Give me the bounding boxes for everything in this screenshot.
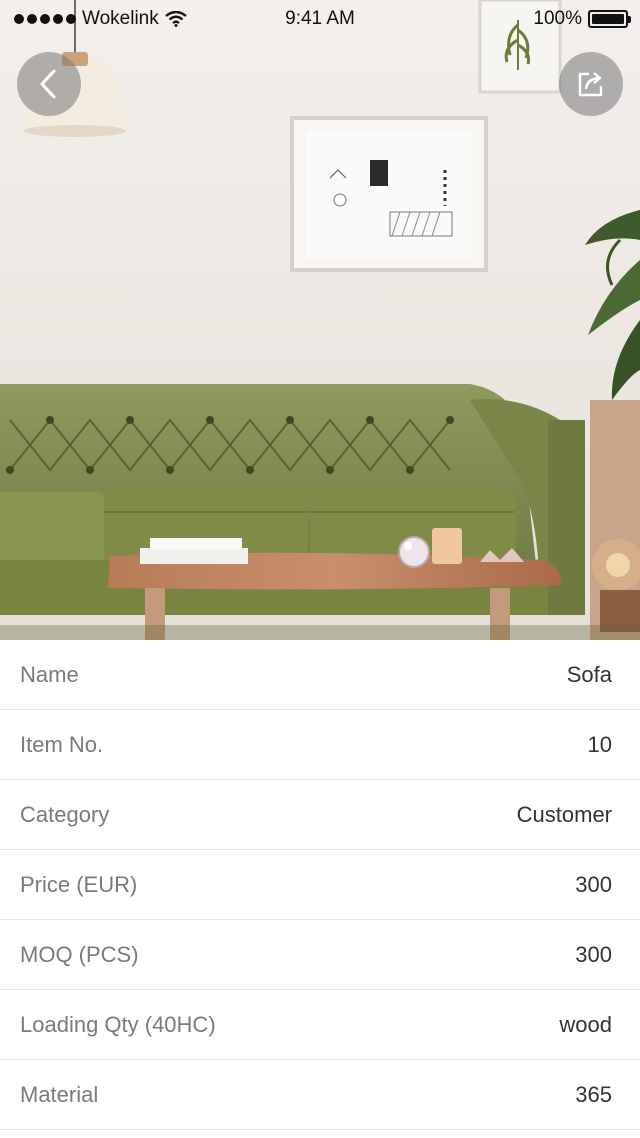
share-button[interactable] bbox=[559, 52, 623, 116]
detail-value: 365 bbox=[575, 1081, 612, 1107]
battery-icon bbox=[588, 10, 631, 28]
product-image bbox=[0, 0, 640, 640]
detail-value: 10 bbox=[587, 731, 612, 757]
wifi-icon bbox=[164, 11, 187, 27]
signal-strength-icon bbox=[14, 14, 76, 24]
detail-value: 300 bbox=[575, 941, 612, 967]
detail-label: Item No. bbox=[20, 731, 104, 757]
share-icon bbox=[578, 72, 603, 97]
detail-label: Name bbox=[20, 661, 79, 687]
detail-value: 300 bbox=[575, 871, 612, 897]
detail-value: wood bbox=[559, 1011, 612, 1037]
chevron-left-icon bbox=[40, 69, 56, 99]
detail-row-material: Material 365 bbox=[0, 1060, 640, 1130]
detail-row-price: Price (EUR) 300 bbox=[0, 850, 640, 920]
battery-percent: 100% bbox=[533, 8, 582, 29]
detail-label: Price (EUR) bbox=[20, 871, 138, 897]
detail-row-item-no: Item No. 10 bbox=[0, 710, 640, 780]
detail-value: Customer bbox=[516, 801, 612, 827]
detail-row-name: Name Sofa bbox=[0, 640, 640, 710]
carrier-name: Wokelink bbox=[82, 8, 159, 29]
detail-row-loading-qty: Loading Qty (40HC) wood bbox=[0, 990, 640, 1060]
detail-row-moq: MOQ (PCS) 300 bbox=[0, 920, 640, 990]
product-details-list: Name Sofa Item No. 10 Category Customer … bbox=[0, 640, 640, 1130]
detail-label: Loading Qty (40HC) bbox=[20, 1011, 216, 1037]
back-button[interactable] bbox=[17, 52, 81, 116]
detail-label: Material bbox=[20, 1081, 99, 1107]
status-bar: Wokelink 9:41 AM 100% bbox=[0, 0, 640, 38]
detail-label: Category bbox=[20, 801, 110, 827]
detail-label: MOQ (PCS) bbox=[20, 941, 139, 967]
detail-value: Sofa bbox=[566, 661, 612, 687]
detail-row-category: Category Customer bbox=[0, 780, 640, 850]
